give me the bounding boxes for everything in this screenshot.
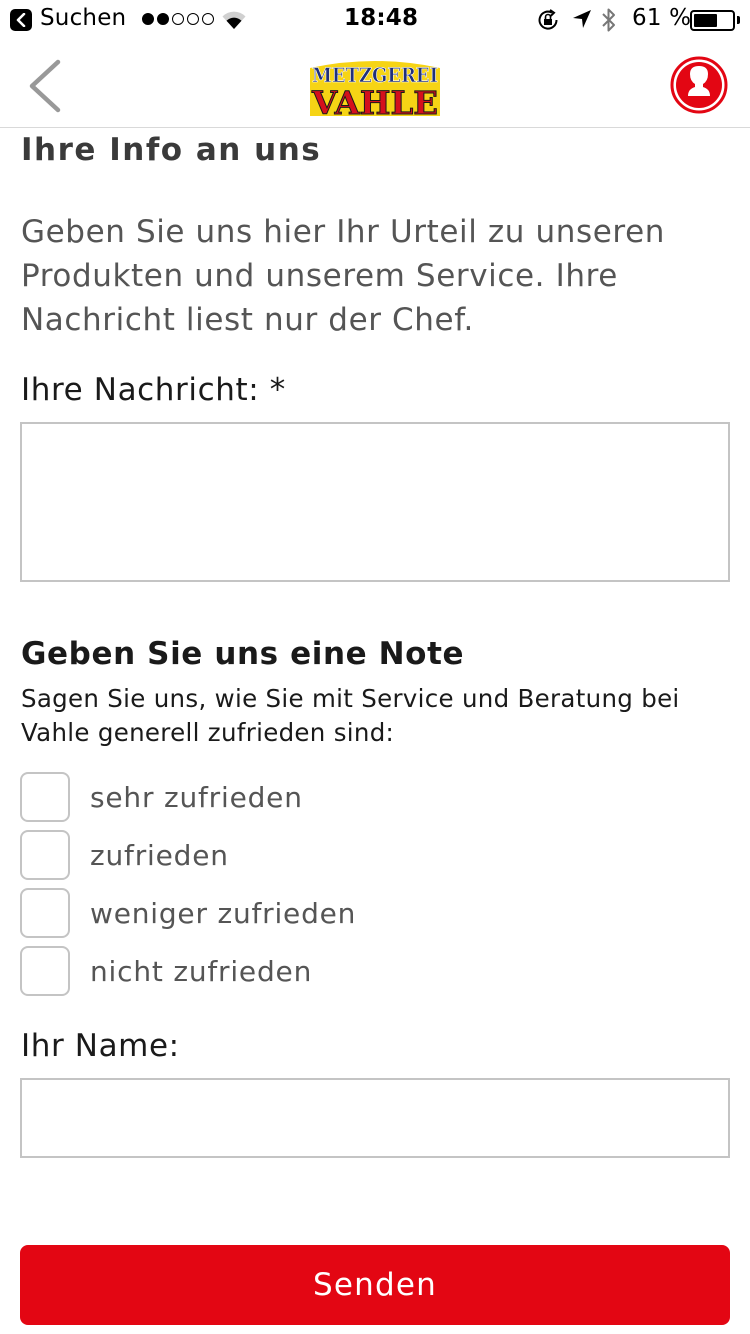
rating-options: sehr zufrieden zufrieden weniger zufried…: [20, 768, 720, 1000]
form-intro-text: Geben Sie uns hier Ihr Urteil zu unseren…: [21, 214, 665, 338]
bluetooth-icon: [602, 8, 615, 32]
rating-option-label: nicht zufrieden: [90, 954, 313, 988]
wifi-icon: [222, 11, 246, 29]
metzgerei-vahle-logo: METZGEREI VAHLE: [310, 61, 440, 120]
message-label: Ihre Nachricht: *: [21, 372, 286, 408]
rotation-lock-icon: [538, 9, 558, 30]
signal-strength-icon: [142, 13, 214, 27]
rating-option-label: sehr zufrieden: [90, 780, 303, 814]
location-arrow-icon: [573, 10, 591, 28]
navigation-bar: METZGEREI VAHLE: [0, 40, 750, 128]
name-input[interactable]: [20, 1078, 730, 1158]
rating-option-sehr-zufrieden[interactable]: sehr zufrieden: [20, 768, 720, 826]
back-to-app-icon[interactable]: [10, 9, 32, 31]
rating-option-weniger-zufrieden[interactable]: weniger zufrieden: [20, 884, 720, 942]
page-title: Ihre Info an uns: [21, 132, 322, 168]
signal-dot: [157, 13, 169, 25]
battery-level: [694, 14, 717, 27]
rating-option-label: zufrieden: [90, 838, 229, 872]
signal-dot: [202, 13, 214, 25]
checkbox[interactable]: [20, 830, 70, 880]
rating-description: Sagen Sie uns, wie Sie mit Service und B…: [21, 684, 680, 747]
checkbox[interactable]: [20, 888, 70, 938]
checkbox[interactable]: [20, 772, 70, 822]
chevron-left-icon[interactable]: [24, 58, 68, 114]
message-textarea[interactable]: [20, 422, 730, 582]
rating-section-title: Geben Sie uns eine Note: [21, 636, 465, 672]
send-button[interactable]: Senden: [20, 1245, 730, 1325]
rating-option-zufrieden[interactable]: zufrieden: [20, 826, 720, 884]
signal-dot: [172, 13, 184, 25]
status-bar: Suchen 18:48 61 %: [0, 0, 750, 40]
user-avatar-icon[interactable]: [670, 56, 728, 114]
battery-icon: [690, 10, 735, 31]
checkbox[interactable]: [20, 946, 70, 996]
signal-dot: [142, 13, 154, 25]
status-time: 18:48: [344, 5, 419, 31]
battery-cap: [737, 16, 740, 24]
signal-dot: [187, 13, 199, 25]
battery-percentage: 61 %: [632, 5, 692, 31]
back-to-app-label[interactable]: Suchen: [40, 5, 126, 31]
logo-text-vahle: VAHLE: [311, 84, 438, 120]
rating-option-label: weniger zufrieden: [90, 896, 357, 930]
name-label: Ihr Name:: [21, 1028, 180, 1064]
rating-option-nicht-zufrieden[interactable]: nicht zufrieden: [20, 942, 720, 1000]
